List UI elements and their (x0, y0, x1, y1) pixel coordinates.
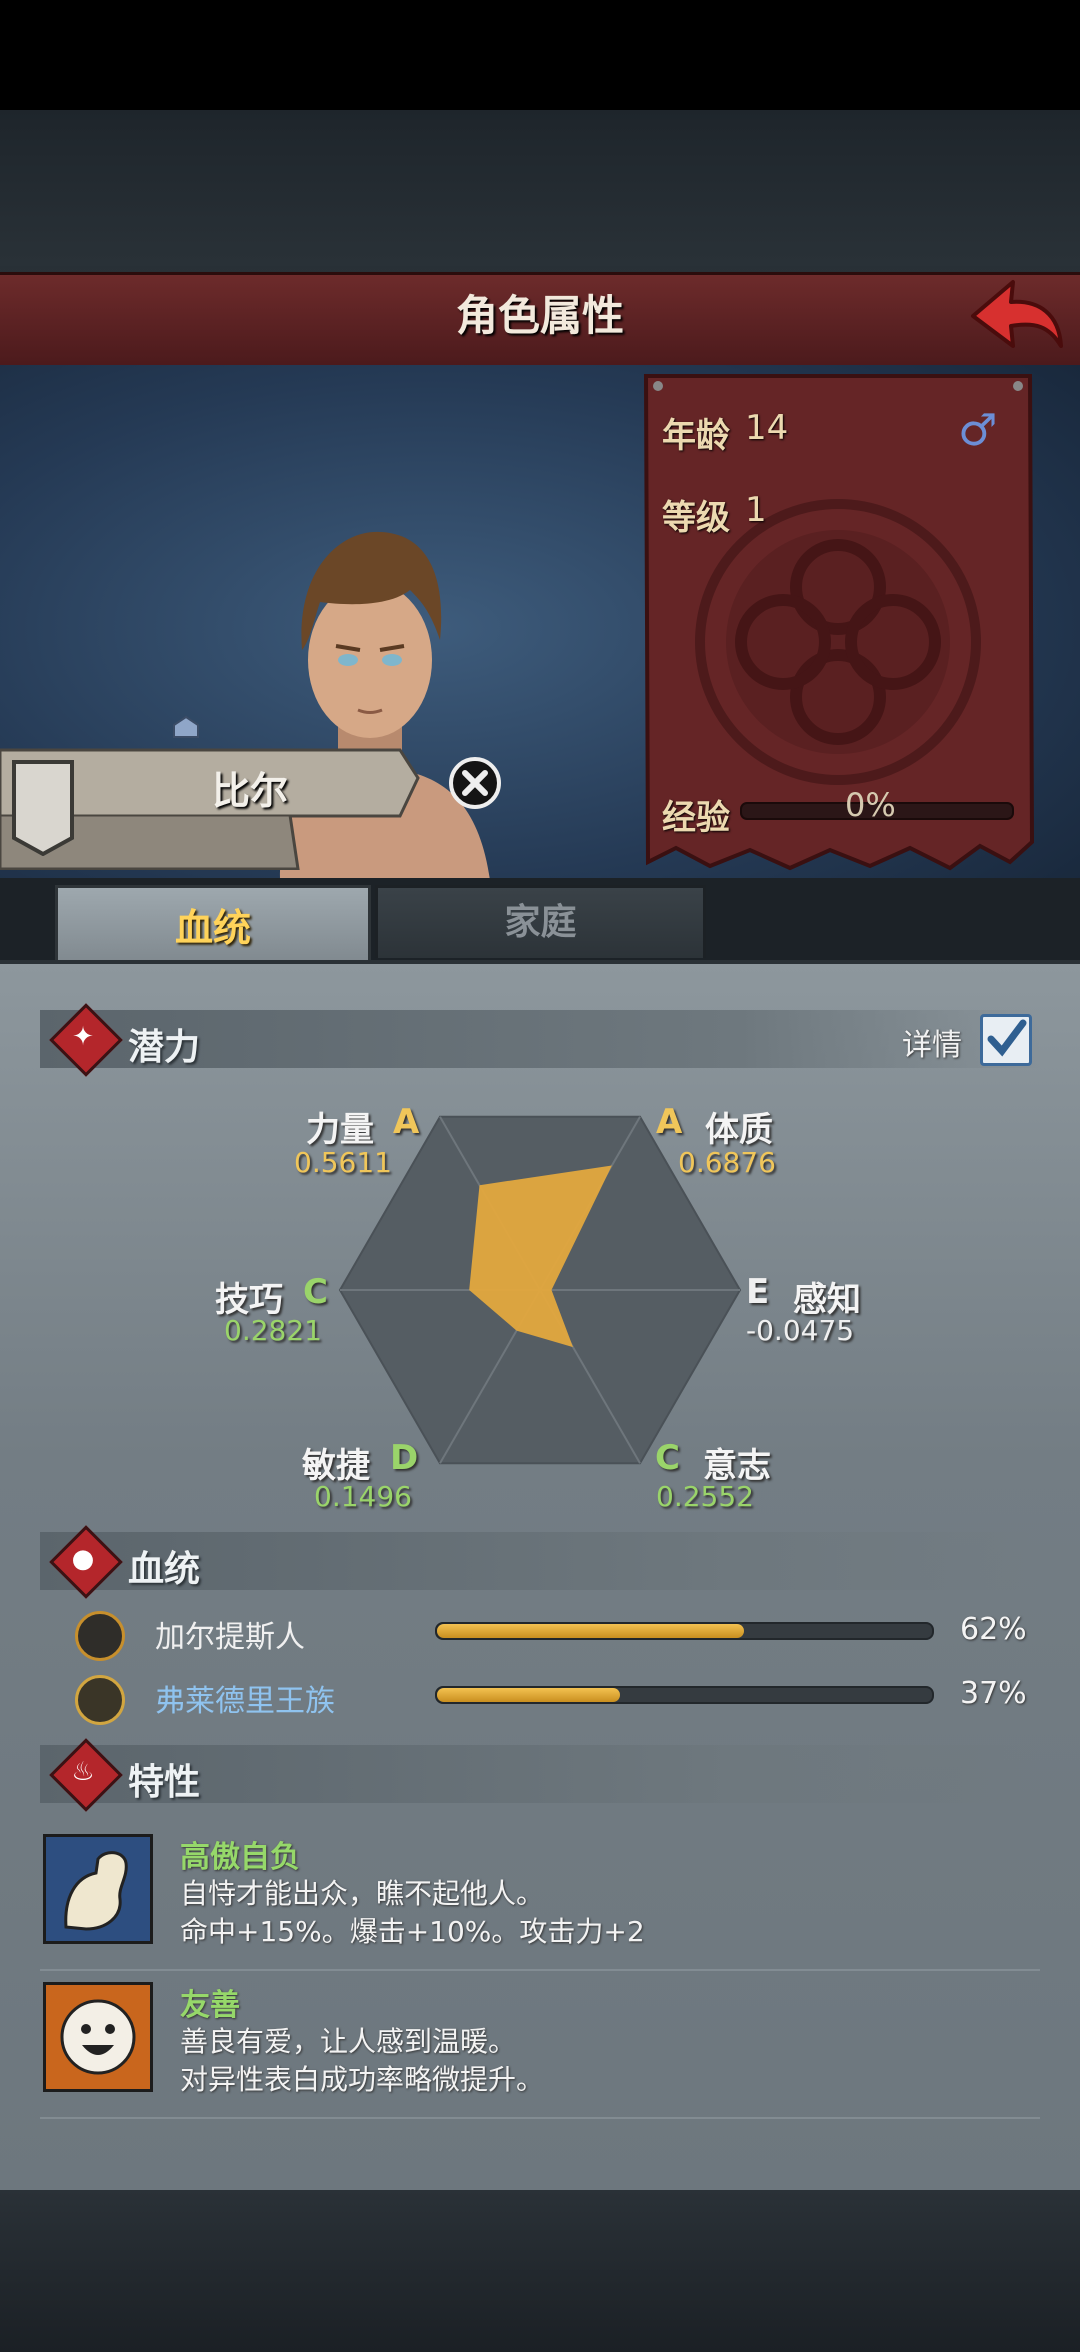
trait-name: 高傲自负 (180, 1840, 300, 1875)
royal-emblem-icon (75, 1675, 125, 1725)
stat-name-strength: 力量 (306, 1110, 374, 1150)
bloodline-bar (435, 1622, 934, 1640)
bloodline-bar-fill (437, 1688, 621, 1702)
stat-grade-skill: C (303, 1272, 328, 1312)
potential-title: 潜力 (128, 1027, 201, 1068)
age-value: 14 (745, 408, 789, 448)
trait-effect: 命中+15%。爆击+10%。攻击力+2 (180, 1915, 645, 1948)
bloodline-name: 弗莱德里王族 (155, 1684, 335, 1719)
character-name: 比尔 (211, 769, 288, 813)
bloodline-title: 血统 (128, 1549, 201, 1590)
trait-row[interactable]: 高傲自负 自恃才能出众，瞧不起他人。 命中+15%。爆击+10%。攻击力+2 (40, 1834, 1040, 1971)
bloodline-percent: 62% (960, 1612, 1027, 1647)
stat-grade-constitution: A (656, 1102, 683, 1142)
trait-description: 自恃才能出众，瞧不起他人。 (180, 1877, 545, 1910)
bloodline-row: 加尔提斯人 62% (70, 1608, 1060, 1661)
age-label: 年龄 (662, 416, 730, 456)
level-label: 等级 (662, 498, 730, 538)
detail-label: 详情 (902, 1028, 962, 1063)
back-arrow-icon[interactable] (965, 276, 1065, 358)
header-background (0, 110, 1080, 275)
level-value: 1 (745, 490, 767, 530)
close-icon[interactable] (448, 756, 502, 810)
smiley-icon (43, 1982, 153, 2092)
traits-title: 特性 (128, 1762, 201, 1803)
trait-effect: 对异性表白成功率略微提升。 (180, 2063, 545, 2096)
status-bar (0, 0, 1080, 110)
detail-checkbox[interactable] (980, 1014, 1032, 1066)
trait-name: 友善 (180, 1988, 240, 2023)
bloodline-bar-fill (437, 1624, 744, 1638)
bloodline-bar (435, 1686, 934, 1704)
stat-value-strength: 0.5611 (294, 1146, 392, 1179)
tribe-emblem-icon (75, 1611, 125, 1661)
stat-value-constitution: 0.6876 (678, 1146, 776, 1179)
stat-value-skill: 0.2821 (224, 1314, 322, 1347)
page-title: 角色属性 (455, 291, 624, 340)
trait-description: 善良有爱，让人感到温暖。 (180, 2025, 517, 2058)
stat-grade-agility: D (390, 1438, 419, 1478)
stat-grade-will: C (655, 1438, 680, 1478)
shield-icon (12, 760, 74, 856)
trait-row[interactable]: 友善 善良有爱，让人感到温暖。 对异性表白成功率略微提升。 (40, 1982, 1040, 2119)
exp-value: 0% (845, 786, 896, 824)
exp-label: 经验 (662, 798, 730, 838)
tab-family[interactable]: 家庭 (375, 885, 706, 958)
flexed-arm-icon (43, 1834, 153, 1944)
stat-grade-perception: E (746, 1272, 770, 1312)
potential-radar-chart (338, 1115, 742, 1465)
bottom-bar (0, 2190, 1080, 2352)
bloodline-percent: 37% (960, 1676, 1027, 1711)
stat-grade-strength: A (393, 1102, 420, 1142)
tab-bloodline[interactable]: 血统 (55, 885, 371, 968)
stat-value-agility: 0.1496 (314, 1480, 412, 1513)
stat-value-perception: -0.0475 (746, 1314, 855, 1347)
crown-icon (173, 715, 199, 738)
bloodline-row: 弗莱德里王族 37% (70, 1672, 1060, 1725)
stat-name-constitution: 体质 (705, 1110, 773, 1150)
male-icon: ♂ (958, 405, 998, 456)
bloodline-name: 加尔提斯人 (155, 1620, 305, 1655)
stat-value-will: 0.2552 (656, 1480, 754, 1513)
